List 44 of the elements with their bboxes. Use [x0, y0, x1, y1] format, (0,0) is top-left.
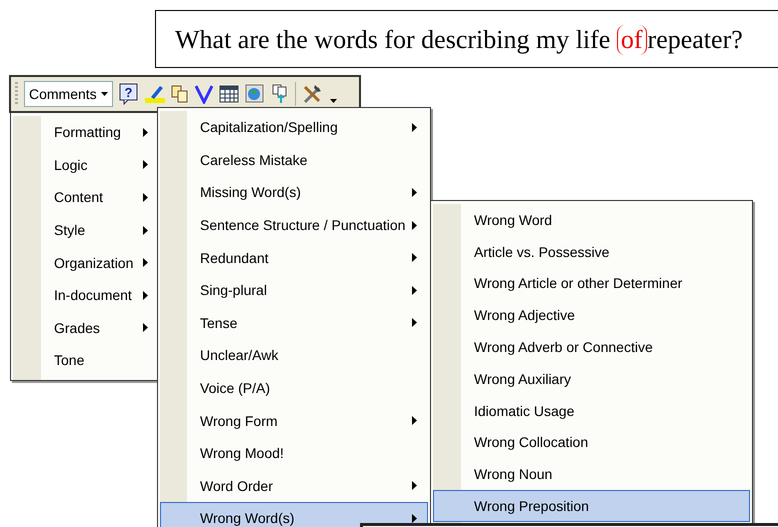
menu-item[interactable]: Wrong Noun [433, 458, 750, 490]
menu-item[interactable]: Sentence Structure / Punctuation [160, 208, 428, 242]
menu-item[interactable]: Capitalization/Spelling [160, 111, 428, 144]
menu-item[interactable]: In-document [13, 278, 159, 312]
caret-icon [100, 92, 108, 96]
menu-item[interactable]: Content [13, 181, 159, 214]
menu-item[interactable]: Organization [13, 246, 159, 279]
menu-item[interactable]: Unclear/Awk [160, 339, 428, 372]
marked-word: of [616, 25, 647, 55]
menu-item[interactable]: Wrong Adverb or Connective [433, 331, 750, 363]
menu-item[interactable]: Redundant [160, 241, 428, 274]
sentence-text: repeater? [648, 25, 743, 55]
menu-item[interactable]: Wrong Word(s) [160, 502, 428, 527]
menu-item[interactable]: Tense [160, 306, 428, 340]
menu-item[interactable]: Missing Word(s) [160, 176, 428, 209]
menu-item[interactable]: Article vs. Possessive [433, 236, 750, 268]
checkmark-icon[interactable] [194, 84, 213, 104]
menu-item[interactable]: Wrong Form [160, 404, 428, 437]
menu-item[interactable]: Word Order [160, 470, 428, 502]
globe-icon[interactable] [244, 84, 265, 104]
copy-icon[interactable] [170, 85, 189, 103]
menu-item[interactable]: Careless Mistake [160, 144, 428, 176]
comments-dropdown[interactable]: Comments [24, 81, 113, 107]
upload-icon[interactable] [270, 84, 289, 104]
menu-item[interactable]: Idiomatic Usage [433, 394, 750, 427]
menu-item[interactable]: Wrong Auxiliary [433, 362, 750, 395]
sentence-text: What are the words for describing my life [175, 25, 612, 55]
menu-item[interactable]: Formatting [13, 116, 159, 149]
highlighter-icon[interactable] [144, 84, 165, 104]
menu-item[interactable]: Wrong Preposition [433, 490, 750, 522]
menu-item[interactable]: Wrong Adjective [433, 299, 750, 332]
menu-item[interactable]: Wrong Article or other Determiner [433, 268, 750, 300]
menu-item[interactable]: Wrong Mood! [160, 436, 428, 470]
table-icon[interactable] [218, 85, 239, 103]
menu-item[interactable]: Sing-plural [160, 274, 428, 307]
menu-item[interactable]: Wrong Collocation [433, 426, 750, 458]
menu-item[interactable]: Tone [13, 344, 159, 377]
menu-item[interactable]: Logic [13, 148, 159, 182]
tools-icon[interactable] [302, 84, 324, 104]
menu-item[interactable]: Grades [13, 312, 159, 344]
menu-item[interactable]: Wrong Word [433, 204, 750, 236]
menu-item[interactable]: Voice (P/A) [160, 372, 428, 404]
menu-item[interactable]: Style [13, 214, 159, 246]
overflow-caret-icon[interactable] [330, 99, 337, 103]
